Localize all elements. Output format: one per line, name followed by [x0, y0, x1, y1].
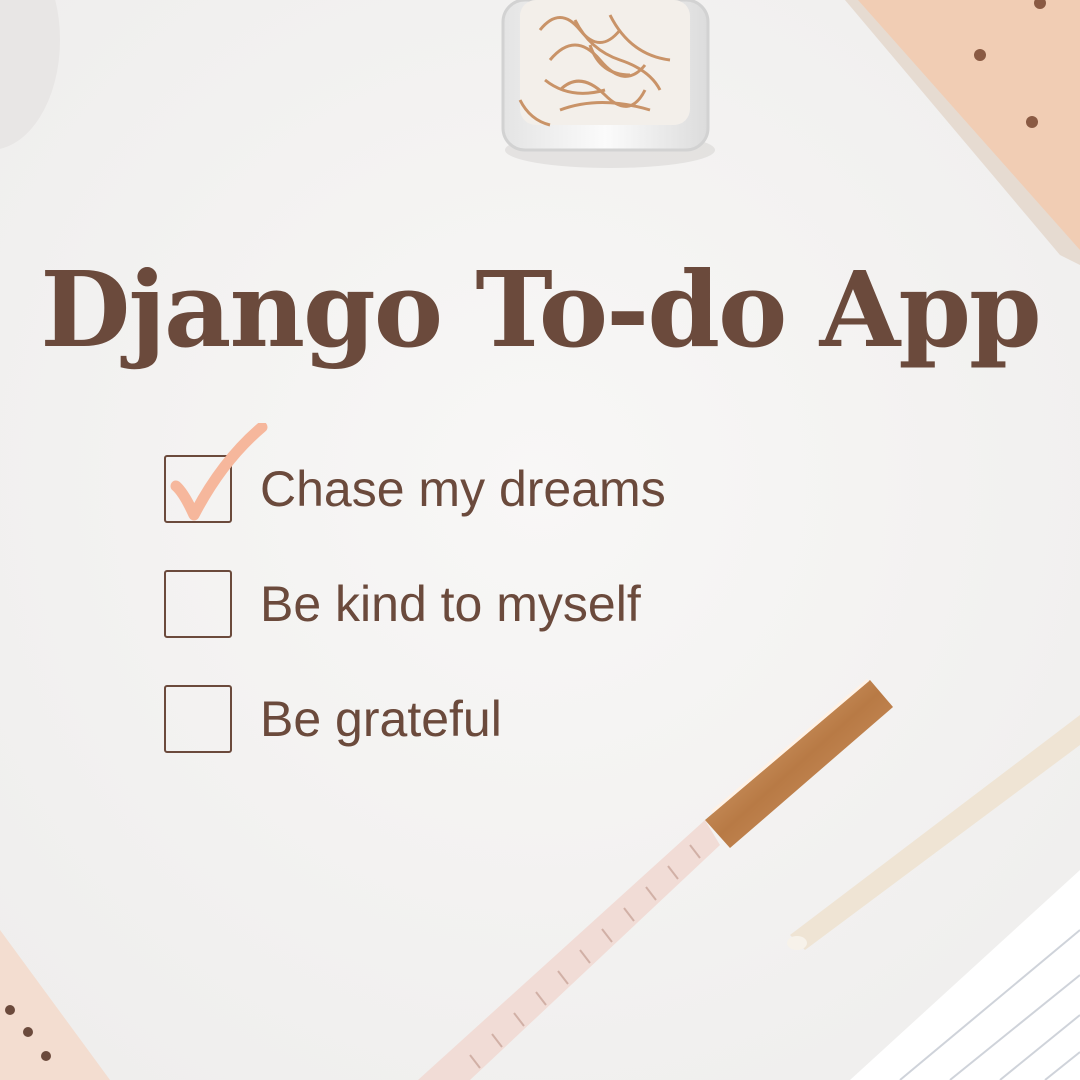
todo-checkbox[interactable]: [164, 685, 232, 753]
todo-checkbox[interactable]: [164, 570, 232, 638]
todo-list: Chase my dreams Be kind to myself Be gra…: [164, 423, 864, 800]
page-title: Django To-do App: [40, 248, 1042, 371]
todo-label: Be grateful: [260, 691, 502, 747]
todo-item[interactable]: Be kind to myself: [164, 570, 864, 642]
todo-label: Be kind to myself: [260, 576, 641, 632]
todo-item[interactable]: Be grateful: [164, 685, 864, 757]
checkmark-icon: [170, 423, 268, 521]
todo-label: Chase my dreams: [260, 461, 666, 517]
paperclip-jar: [501, 0, 715, 168]
todo-item[interactable]: Chase my dreams: [164, 423, 864, 527]
